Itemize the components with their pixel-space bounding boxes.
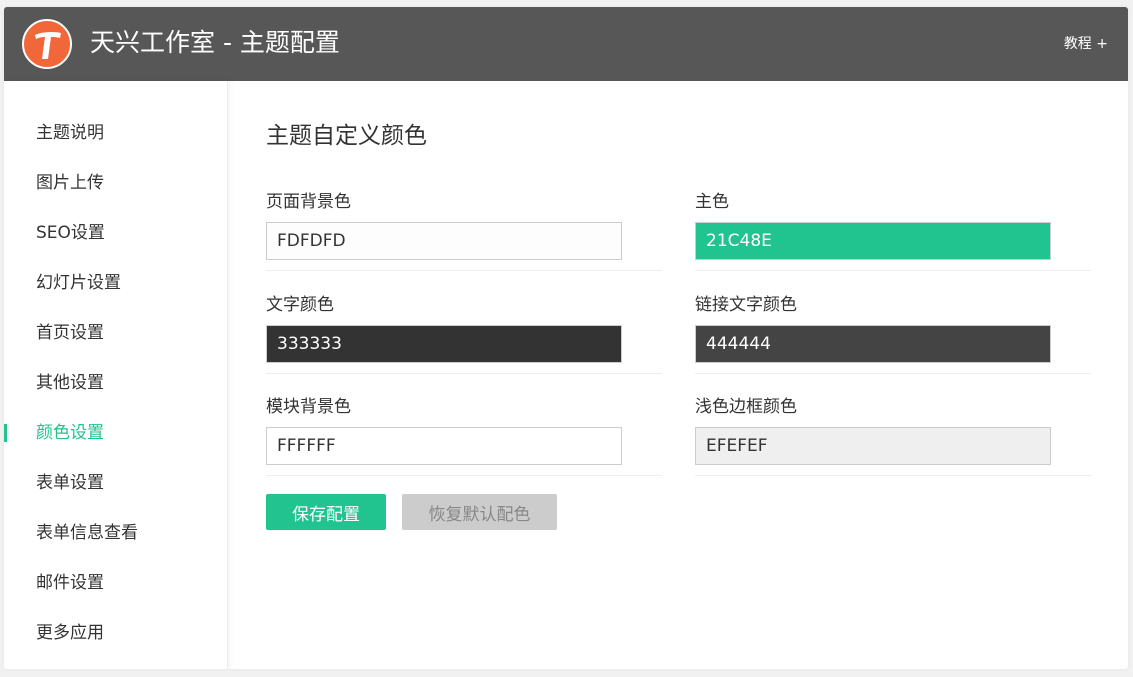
field-page-bg-color: 页面背景色	[266, 189, 662, 291]
divider	[695, 373, 1091, 374]
tutorial-link[interactable]: 教程 +	[1064, 34, 1108, 54]
sidebar-item-seo[interactable]: SEO设置	[4, 208, 228, 258]
divider	[266, 373, 662, 374]
divider	[266, 270, 662, 271]
field-label: 链接文字颜色	[695, 295, 797, 315]
sidebar-item-theme-info[interactable]: 主题说明	[4, 108, 228, 158]
field-text-color: 文字颜色	[266, 292, 662, 394]
logo-icon	[22, 19, 72, 69]
divider	[695, 270, 1091, 271]
link-color-input[interactable]	[695, 325, 1051, 363]
page-title: 天兴工作室 - 主题配置	[90, 28, 340, 57]
app-window: 天兴工作室 - 主题配置 教程 + 主题说明 图片上传 SEO设置 幻灯片设置 …	[4, 7, 1128, 669]
divider	[695, 475, 1091, 476]
sidebar-item-form-info[interactable]: 表单信息查看	[4, 508, 228, 558]
field-label: 页面背景色	[266, 192, 351, 212]
field-light-border-color: 浅色边框颜色	[695, 394, 1091, 496]
sidebar-item-more-apps[interactable]: 更多应用	[4, 608, 228, 658]
field-link-color: 链接文字颜色	[695, 292, 1091, 394]
sidebar-item-other[interactable]: 其他设置	[4, 358, 228, 408]
field-label: 文字颜色	[266, 295, 334, 315]
divider	[266, 475, 662, 476]
text-color-input[interactable]	[266, 325, 622, 363]
sidebar-item-homepage[interactable]: 首页设置	[4, 308, 228, 358]
field-module-bg-color: 模块背景色	[266, 394, 662, 496]
sidebar-item-forms[interactable]: 表单设置	[4, 458, 228, 508]
module-bg-color-input[interactable]	[266, 427, 622, 465]
section-title: 主题自定义颜色	[266, 123, 427, 149]
sidebar-item-colors[interactable]: 颜色设置	[4, 408, 228, 458]
reset-default-colors-button[interactable]: 恢复默认配色	[402, 494, 557, 530]
field-primary-color: 主色	[695, 189, 1091, 291]
sidebar: 主题说明 图片上传 SEO设置 幻灯片设置 首页设置 其他设置 颜色设置 表单设…	[4, 81, 228, 669]
header: 天兴工作室 - 主题配置 教程 +	[4, 7, 1128, 81]
sidebar-item-mail[interactable]: 邮件设置	[4, 558, 228, 608]
light-border-color-input[interactable]	[695, 427, 1051, 465]
field-label: 浅色边框颜色	[695, 397, 797, 417]
field-label: 模块背景色	[266, 397, 351, 417]
field-label: 主色	[695, 192, 729, 212]
page-bg-color-input[interactable]	[266, 222, 622, 260]
main-content: 主题自定义颜色 页面背景色 主色 文字颜色 链接文字颜色 模块背景色	[228, 81, 1128, 669]
sidebar-item-image-upload[interactable]: 图片上传	[4, 158, 228, 208]
primary-color-input[interactable]	[695, 222, 1051, 260]
save-config-button[interactable]: 保存配置	[266, 494, 386, 530]
sidebar-item-slideshow[interactable]: 幻灯片设置	[4, 258, 228, 308]
